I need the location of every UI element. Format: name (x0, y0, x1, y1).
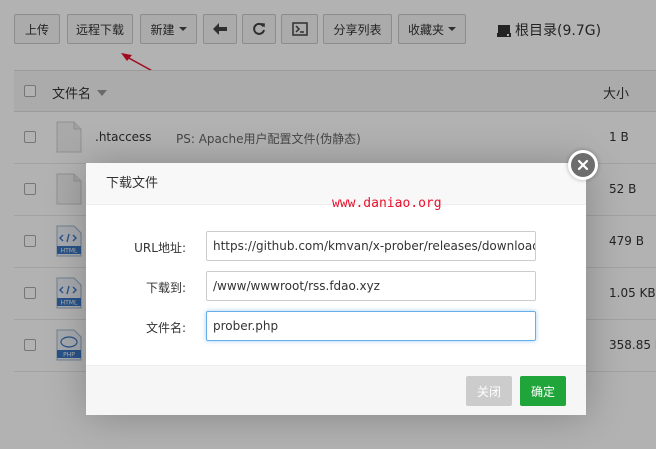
filename-field-row: 文件名: prober.php (86, 311, 586, 341)
url-field-row: URL地址: https://github.com/kmvan/x-prober… (86, 231, 586, 261)
destination-field-row: 下载到: /www/wwwroot/rss.fdao.xyz (86, 271, 586, 301)
dialog-footer: 关闭 确定 (86, 365, 586, 415)
url-label: URL地址: (134, 241, 186, 255)
destination-label: 下载到: (145, 281, 186, 295)
confirm-button[interactable]: 确定 (520, 376, 566, 406)
close-icon (577, 159, 589, 171)
watermark-text: www.daniao.org (332, 196, 442, 211)
filename-input[interactable]: prober.php (206, 311, 536, 341)
download-file-dialog: 下载文件 www.daniao.org URL地址: https://githu… (86, 163, 586, 415)
close-dialog-button[interactable]: 关闭 (466, 376, 512, 406)
url-input[interactable]: https://github.com/kmvan/x-prober/releas… (206, 231, 536, 261)
destination-input[interactable]: /www/wwwroot/rss.fdao.xyz (206, 271, 536, 301)
dialog-close-button[interactable] (568, 150, 598, 180)
filename-label: 文件名: (145, 321, 186, 335)
